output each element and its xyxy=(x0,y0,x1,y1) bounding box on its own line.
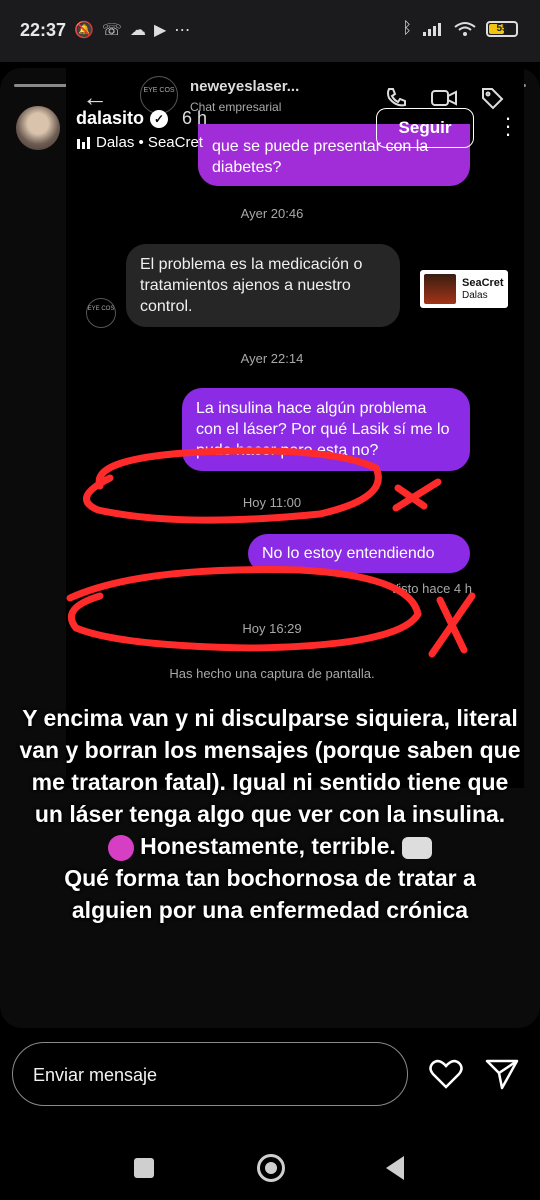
dm-screenshot: ← EYE COS neweyeslaser... Chat empresari… xyxy=(66,68,524,788)
dm-sender-avatar: EYE COS xyxy=(86,298,116,328)
story-username: dalasito xyxy=(76,108,145,128)
battery-icon: 55 xyxy=(486,21,518,37)
message-timestamp: Ayer 20:46 xyxy=(240,206,304,221)
message-outgoing: La insulina hace algún problema con el l… xyxy=(182,388,470,471)
bluetooth-icon: ᛒ xyxy=(402,20,412,37)
signal-icon xyxy=(423,23,441,36)
caption-line: Y encima van y ni disculparse siquiera, … xyxy=(22,705,518,731)
send-icon[interactable] xyxy=(484,1056,520,1092)
story-time: 6 h xyxy=(182,108,208,128)
caption-line-emoji: Honestamente, terrible. xyxy=(0,830,540,862)
music-bars-icon xyxy=(77,136,90,149)
dm-header-icons xyxy=(384,86,504,110)
caption-line: un láser tenga algo que ver con la insul… xyxy=(34,801,506,827)
youtube-icon: ▶ xyxy=(153,22,167,39)
system-nav-bar xyxy=(0,1130,540,1200)
caption-line: Qué forma tan bochornosa de tratar a xyxy=(64,865,476,891)
music-sticker: SeaCret Dalas xyxy=(420,270,508,308)
follow-button[interactable]: Seguir xyxy=(376,108,474,148)
more-options-icon[interactable]: · · · xyxy=(496,107,520,145)
missed-call-icon: ☏ xyxy=(101,22,122,39)
caption-line: alguien por una enfermedad crónica xyxy=(71,897,469,923)
story-caption: Y encima van y ni disculparse siquiera, … xyxy=(0,702,540,926)
more-dots-icon: ⋯ xyxy=(174,22,191,39)
message-timestamp: Hoy 16:29 xyxy=(242,621,302,636)
story-music[interactable]: Dalas • SeaCret xyxy=(76,134,203,151)
home-button[interactable] xyxy=(257,1154,285,1182)
cloud-icon: ☁ xyxy=(129,22,146,39)
story-author[interactable]: dalasito ✓ 6 h xyxy=(76,108,207,129)
message-incoming: El problema es la medicación o tratamien… xyxy=(126,244,400,327)
message-timestamp: Hoy 11:00 xyxy=(242,495,302,510)
seen-indicator: Visto hace 4 h xyxy=(389,581,472,596)
status-left-icons: 🔕 ☏ ☁ ▶ ⋯ xyxy=(74,20,190,40)
reply-input[interactable]: Enviar mensaje xyxy=(12,1042,408,1106)
story-music-label: Dalas • SeaCret xyxy=(96,134,203,151)
tag-icon xyxy=(482,88,504,110)
status-bar: 22:37 🔕 ☏ ☁ ▶ ⋯ ᛒ 55 xyxy=(0,0,540,62)
caption-line: me trataron fatal). Igual ni sentido tie… xyxy=(31,769,509,795)
video-call-icon xyxy=(431,90,457,106)
reply-placeholder: Enviar mensaje xyxy=(33,1065,158,1085)
robot-emoji-icon xyxy=(402,836,433,859)
story-author-avatar[interactable] xyxy=(16,106,60,150)
mute-icon: 🔕 xyxy=(74,22,94,39)
album-cover xyxy=(424,274,456,304)
status-time: 22:37 xyxy=(20,20,67,40)
recents-button[interactable] xyxy=(134,1158,154,1178)
music-title: SeaCret xyxy=(462,276,504,289)
verified-badge-icon: ✓ xyxy=(150,109,169,128)
story-card[interactable]: ← EYE COS neweyeslaser... Chat empresari… xyxy=(0,68,540,1028)
music-artist: Dalas xyxy=(462,289,488,301)
status-right: ᛒ 55 xyxy=(402,20,518,38)
phone-icon xyxy=(387,88,406,107)
message-timestamp: Ayer 22:14 xyxy=(240,351,304,366)
caption-line: Honestamente, terrible. xyxy=(140,833,396,859)
screenshot-notice: Has hecho una captura de pantalla. xyxy=(169,666,375,681)
caption-line: van y borran los mensajes (porque saben … xyxy=(19,737,521,763)
like-heart-icon[interactable] xyxy=(428,1056,464,1092)
message-outgoing: No lo estoy entendiendo xyxy=(248,534,470,573)
back-button[interactable] xyxy=(386,1156,404,1180)
dm-contact-name: neweyeslaser... xyxy=(190,78,300,95)
wifi-icon xyxy=(454,22,476,36)
emoji-icon xyxy=(107,834,134,861)
